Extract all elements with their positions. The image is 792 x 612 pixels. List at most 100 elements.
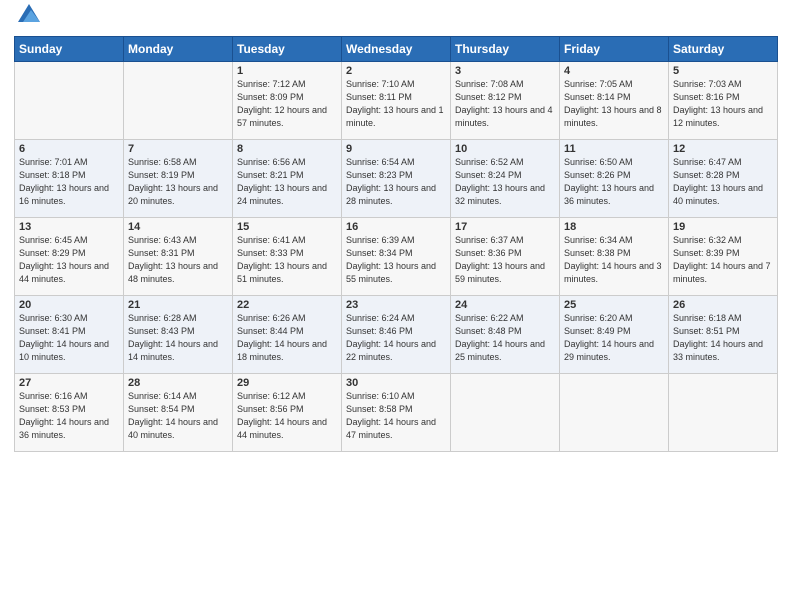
day-info: Sunrise: 6:28 AM Sunset: 8:43 PM Dayligh… (128, 312, 228, 364)
day-header-monday: Monday (124, 36, 233, 61)
day-number: 3 (455, 65, 555, 77)
calendar-cell: 3Sunrise: 7:08 AM Sunset: 8:12 PM Daylig… (451, 61, 560, 139)
calendar-cell: 18Sunrise: 6:34 AM Sunset: 8:38 PM Dayli… (560, 217, 669, 295)
calendar-cell (124, 61, 233, 139)
calendar-week-row: 20Sunrise: 6:30 AM Sunset: 8:41 PM Dayli… (15, 295, 778, 373)
calendar-cell: 6Sunrise: 7:01 AM Sunset: 8:18 PM Daylig… (15, 139, 124, 217)
day-number: 26 (673, 299, 773, 311)
calendar-cell: 12Sunrise: 6:47 AM Sunset: 8:28 PM Dayli… (669, 139, 778, 217)
day-number: 30 (346, 377, 446, 389)
calendar-cell (560, 373, 669, 451)
day-number: 8 (237, 143, 337, 155)
day-number: 15 (237, 221, 337, 233)
calendar-cell: 1Sunrise: 7:12 AM Sunset: 8:09 PM Daylig… (233, 61, 342, 139)
day-number: 11 (564, 143, 664, 155)
page-header (14, 10, 778, 30)
calendar-cell: 19Sunrise: 6:32 AM Sunset: 8:39 PM Dayli… (669, 217, 778, 295)
calendar-cell (669, 373, 778, 451)
calendar-cell: 11Sunrise: 6:50 AM Sunset: 8:26 PM Dayli… (560, 139, 669, 217)
calendar-cell: 23Sunrise: 6:24 AM Sunset: 8:46 PM Dayli… (342, 295, 451, 373)
calendar-cell: 28Sunrise: 6:14 AM Sunset: 8:54 PM Dayli… (124, 373, 233, 451)
day-number: 29 (237, 377, 337, 389)
day-number: 12 (673, 143, 773, 155)
calendar-cell: 14Sunrise: 6:43 AM Sunset: 8:31 PM Dayli… (124, 217, 233, 295)
day-info: Sunrise: 6:41 AM Sunset: 8:33 PM Dayligh… (237, 234, 337, 286)
calendar-week-row: 6Sunrise: 7:01 AM Sunset: 8:18 PM Daylig… (15, 139, 778, 217)
day-number: 14 (128, 221, 228, 233)
day-info: Sunrise: 6:22 AM Sunset: 8:48 PM Dayligh… (455, 312, 555, 364)
day-info: Sunrise: 6:43 AM Sunset: 8:31 PM Dayligh… (128, 234, 228, 286)
day-info: Sunrise: 6:56 AM Sunset: 8:21 PM Dayligh… (237, 156, 337, 208)
calendar-cell: 27Sunrise: 6:16 AM Sunset: 8:53 PM Dayli… (15, 373, 124, 451)
day-header-sunday: Sunday (15, 36, 124, 61)
calendar-cell: 17Sunrise: 6:37 AM Sunset: 8:36 PM Dayli… (451, 217, 560, 295)
day-info: Sunrise: 6:54 AM Sunset: 8:23 PM Dayligh… (346, 156, 446, 208)
day-info: Sunrise: 6:20 AM Sunset: 8:49 PM Dayligh… (564, 312, 664, 364)
day-number: 22 (237, 299, 337, 311)
calendar-cell: 15Sunrise: 6:41 AM Sunset: 8:33 PM Dayli… (233, 217, 342, 295)
day-info: Sunrise: 6:39 AM Sunset: 8:34 PM Dayligh… (346, 234, 446, 286)
calendar-cell: 22Sunrise: 6:26 AM Sunset: 8:44 PM Dayli… (233, 295, 342, 373)
day-info: Sunrise: 7:01 AM Sunset: 8:18 PM Dayligh… (19, 156, 119, 208)
day-info: Sunrise: 6:14 AM Sunset: 8:54 PM Dayligh… (128, 390, 228, 442)
calendar-week-row: 1Sunrise: 7:12 AM Sunset: 8:09 PM Daylig… (15, 61, 778, 139)
calendar-header-row: SundayMondayTuesdayWednesdayThursdayFrid… (15, 36, 778, 61)
page-container: SundayMondayTuesdayWednesdayThursdayFrid… (0, 0, 792, 462)
day-header-thursday: Thursday (451, 36, 560, 61)
day-info: Sunrise: 7:08 AM Sunset: 8:12 PM Dayligh… (455, 78, 555, 130)
calendar-cell: 16Sunrise: 6:39 AM Sunset: 8:34 PM Dayli… (342, 217, 451, 295)
day-info: Sunrise: 6:32 AM Sunset: 8:39 PM Dayligh… (673, 234, 773, 286)
calendar-cell: 30Sunrise: 6:10 AM Sunset: 8:58 PM Dayli… (342, 373, 451, 451)
calendar-cell: 2Sunrise: 7:10 AM Sunset: 8:11 PM Daylig… (342, 61, 451, 139)
day-info: Sunrise: 6:12 AM Sunset: 8:56 PM Dayligh… (237, 390, 337, 442)
day-number: 9 (346, 143, 446, 155)
calendar-week-row: 27Sunrise: 6:16 AM Sunset: 8:53 PM Dayli… (15, 373, 778, 451)
calendar-cell: 8Sunrise: 6:56 AM Sunset: 8:21 PM Daylig… (233, 139, 342, 217)
day-info: Sunrise: 6:34 AM Sunset: 8:38 PM Dayligh… (564, 234, 664, 286)
day-info: Sunrise: 7:03 AM Sunset: 8:16 PM Dayligh… (673, 78, 773, 130)
calendar-cell: 9Sunrise: 6:54 AM Sunset: 8:23 PM Daylig… (342, 139, 451, 217)
day-info: Sunrise: 6:45 AM Sunset: 8:29 PM Dayligh… (19, 234, 119, 286)
calendar-cell: 24Sunrise: 6:22 AM Sunset: 8:48 PM Dayli… (451, 295, 560, 373)
calendar-cell: 21Sunrise: 6:28 AM Sunset: 8:43 PM Dayli… (124, 295, 233, 373)
day-header-wednesday: Wednesday (342, 36, 451, 61)
day-header-friday: Friday (560, 36, 669, 61)
day-info: Sunrise: 7:12 AM Sunset: 8:09 PM Dayligh… (237, 78, 337, 130)
day-info: Sunrise: 6:47 AM Sunset: 8:28 PM Dayligh… (673, 156, 773, 208)
calendar-cell: 13Sunrise: 6:45 AM Sunset: 8:29 PM Dayli… (15, 217, 124, 295)
day-info: Sunrise: 6:52 AM Sunset: 8:24 PM Dayligh… (455, 156, 555, 208)
day-number: 13 (19, 221, 119, 233)
day-number: 6 (19, 143, 119, 155)
day-number: 21 (128, 299, 228, 311)
day-info: Sunrise: 7:10 AM Sunset: 8:11 PM Dayligh… (346, 78, 446, 130)
calendar-cell: 20Sunrise: 6:30 AM Sunset: 8:41 PM Dayli… (15, 295, 124, 373)
day-number: 16 (346, 221, 446, 233)
day-number: 20 (19, 299, 119, 311)
day-number: 10 (455, 143, 555, 155)
day-header-saturday: Saturday (669, 36, 778, 61)
day-number: 2 (346, 65, 446, 77)
day-number: 5 (673, 65, 773, 77)
day-number: 18 (564, 221, 664, 233)
calendar-cell (15, 61, 124, 139)
day-number: 25 (564, 299, 664, 311)
day-info: Sunrise: 6:30 AM Sunset: 8:41 PM Dayligh… (19, 312, 119, 364)
day-info: Sunrise: 6:10 AM Sunset: 8:58 PM Dayligh… (346, 390, 446, 442)
day-info: Sunrise: 6:18 AM Sunset: 8:51 PM Dayligh… (673, 312, 773, 364)
calendar-cell: 25Sunrise: 6:20 AM Sunset: 8:49 PM Dayli… (560, 295, 669, 373)
day-number: 7 (128, 143, 228, 155)
day-number: 19 (673, 221, 773, 233)
calendar-table: SundayMondayTuesdayWednesdayThursdayFrid… (14, 36, 778, 452)
day-header-tuesday: Tuesday (233, 36, 342, 61)
day-number: 28 (128, 377, 228, 389)
day-info: Sunrise: 7:05 AM Sunset: 8:14 PM Dayligh… (564, 78, 664, 130)
calendar-cell (451, 373, 560, 451)
day-number: 23 (346, 299, 446, 311)
day-info: Sunrise: 6:16 AM Sunset: 8:53 PM Dayligh… (19, 390, 119, 442)
calendar-cell: 10Sunrise: 6:52 AM Sunset: 8:24 PM Dayli… (451, 139, 560, 217)
calendar-week-row: 13Sunrise: 6:45 AM Sunset: 8:29 PM Dayli… (15, 217, 778, 295)
day-info: Sunrise: 6:37 AM Sunset: 8:36 PM Dayligh… (455, 234, 555, 286)
day-info: Sunrise: 6:26 AM Sunset: 8:44 PM Dayligh… (237, 312, 337, 364)
logo-icon (18, 4, 40, 27)
day-number: 24 (455, 299, 555, 311)
